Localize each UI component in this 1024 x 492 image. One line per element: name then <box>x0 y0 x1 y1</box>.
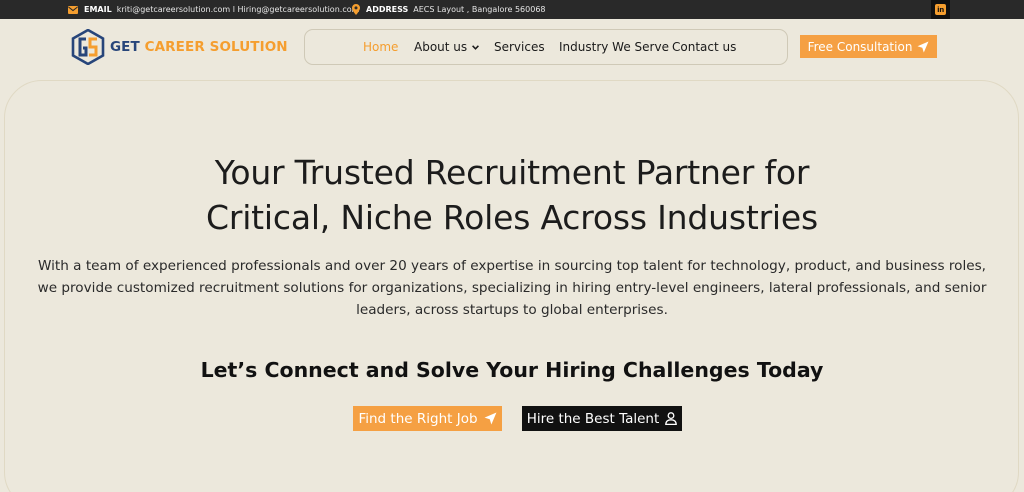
free-consultation-label: Free Consultation <box>807 39 913 54</box>
nav-contact-us[interactable]: Contact us <box>672 30 736 64</box>
user-icon <box>665 412 678 425</box>
brand-name-first: GET <box>110 39 140 55</box>
find-right-job-button[interactable]: Find the Right Job <box>353 406 502 431</box>
hero-subtitle: Let’s Connect and Solve Your Hiring Chal… <box>200 358 824 382</box>
hire-best-talent-label: Hire the Best Talent <box>526 410 660 427</box>
nav-about-us-label: About us <box>414 40 468 54</box>
free-consultation-button[interactable]: Free Consultation <box>800 35 937 58</box>
nav-home[interactable]: Home <box>363 30 398 64</box>
chevron-down-icon <box>472 44 480 50</box>
hero-description-line-1: With a team of experienced professionals… <box>37 258 986 274</box>
hero-title-line-1: Your Trusted Recruitment Partner for <box>214 153 810 192</box>
main-nav: Home About us Services Industry We Serve… <box>304 29 788 65</box>
address-value: AECS Layout , Bangalore 560068 <box>413 5 546 14</box>
logo-mark-icon <box>71 29 105 65</box>
hero-description-line-3: leaders, across startups to global enter… <box>356 302 668 318</box>
brand-name-rest: CAREER SOLUTION <box>144 39 288 55</box>
linkedin-icon: in <box>935 4 946 15</box>
top-info-bar: EMAIL kriti@getcareersolution.com l Hiri… <box>0 0 1024 19</box>
brand-logo[interactable]: GET CAREER SOLUTION <box>71 29 288 65</box>
hero-description-line-2: we provide customized recruitment soluti… <box>37 280 987 296</box>
map-pin-icon <box>352 4 360 15</box>
envelope-icon <box>68 5 78 14</box>
paper-plane-icon <box>917 41 929 53</box>
email-value[interactable]: kriti@getcareersolution.com l Hiring@get… <box>117 5 360 14</box>
email-info[interactable]: EMAIL kriti@getcareersolution.com l Hiri… <box>68 0 359 19</box>
email-label: EMAIL <box>84 5 112 14</box>
hero-title-line-2: Critical, Niche Roles Across Industries <box>205 198 818 237</box>
brand-name: GET CAREER SOLUTION <box>110 39 288 55</box>
address-info: ADDRESS AECS Layout , Bangalore 560068 <box>352 0 546 19</box>
linkedin-link[interactable]: in <box>931 0 950 19</box>
find-right-job-label: Find the Right Job <box>358 410 478 427</box>
paper-plane-icon <box>484 412 497 425</box>
address-label: ADDRESS <box>366 5 409 14</box>
nav-industry-we-serve[interactable]: Industry We Serve <box>559 30 669 64</box>
hire-best-talent-button[interactable]: Hire the Best Talent <box>522 406 682 431</box>
nav-about-us[interactable]: About us <box>414 30 480 64</box>
nav-services[interactable]: Services <box>494 30 545 64</box>
